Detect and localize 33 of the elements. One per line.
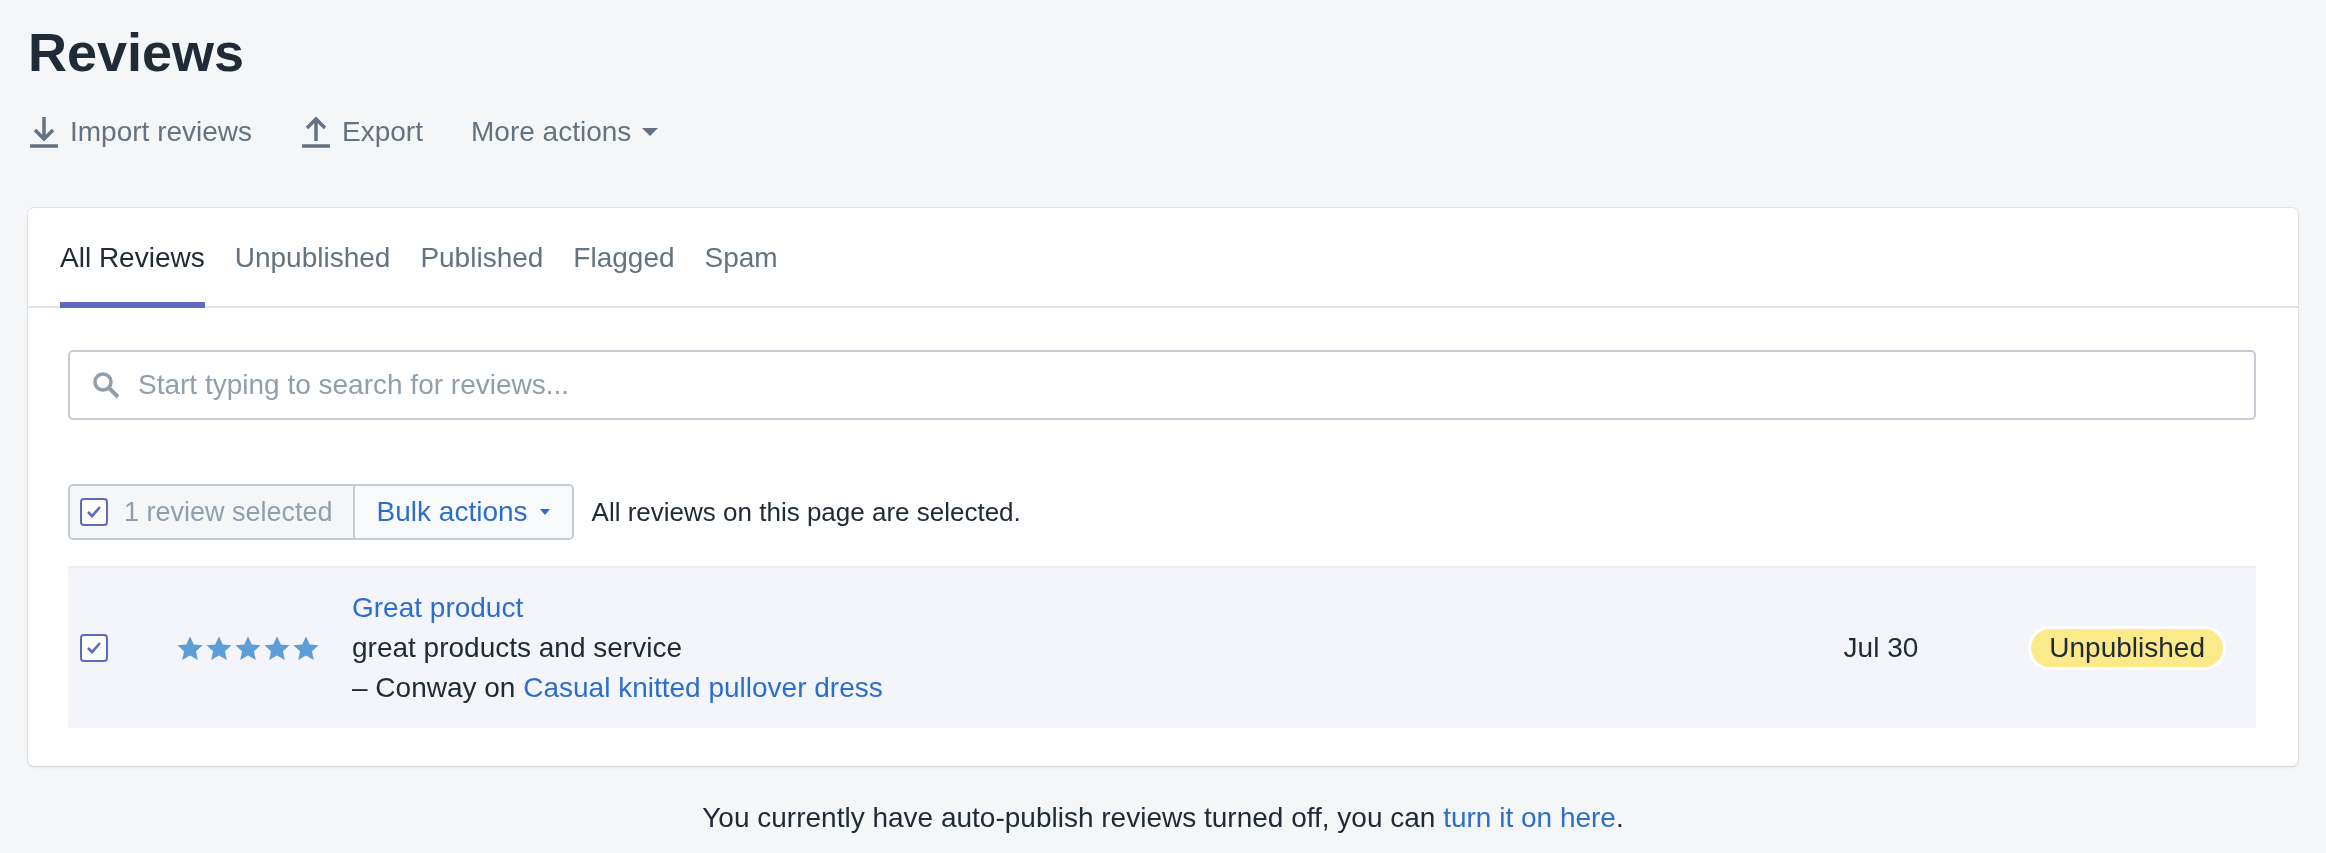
- review-body: great products and service: [352, 631, 683, 665]
- caret-icon: [539, 509, 550, 515]
- caret-icon: [641, 127, 660, 137]
- row-checkbox[interactable]: [80, 634, 108, 662]
- bulk-actions-button[interactable]: Bulk actions: [354, 486, 572, 538]
- upload-icon: [300, 115, 333, 149]
- status-badge: Unpublished: [2028, 626, 2226, 670]
- turn-on-link[interactable]: turn it on here: [1443, 802, 1616, 833]
- star-icon: [205, 634, 233, 662]
- more-actions-button[interactable]: More actions: [471, 116, 660, 148]
- tab[interactable]: All Reviews: [60, 208, 205, 308]
- auto-publish-note: You currently have auto-publish reviews turned off, you can turn it on here.: [701, 802, 1625, 834]
- selection-note: All reviews on this page are selected.: [591, 496, 1021, 528]
- export-button[interactable]: Export: [300, 115, 423, 149]
- star-icon: [234, 634, 262, 662]
- tab[interactable]: Spam: [704, 208, 778, 308]
- tab[interactable]: Published: [420, 208, 544, 308]
- product-link[interactable]: Casual knitted pullover dress: [523, 672, 883, 703]
- download-icon: [28, 115, 60, 149]
- page-title: Reviews: [28, 21, 246, 82]
- tab[interactable]: Flagged: [573, 208, 675, 308]
- star-icon: [176, 634, 204, 662]
- search-field[interactable]: Start typing to search for reviews...: [68, 350, 2256, 420]
- tab[interactable]: Unpublished: [234, 208, 391, 308]
- review-row[interactable]: Great product great products and service – Conway on Casual knitted pullover dress Jul 30 Unpublished: [68, 566, 2256, 728]
- star-icon: [263, 634, 291, 662]
- import-button[interactable]: Import reviews: [28, 115, 253, 149]
- select-all-checkbox[interactable]: [80, 498, 108, 526]
- selected-count: 1 review selected: [124, 496, 333, 528]
- review-title-link[interactable]: Great product: [352, 588, 1844, 628]
- review-date: Jul 30: [1843, 632, 1919, 664]
- review-byline: – Conway on Casual knitted pullover dress: [352, 671, 884, 705]
- star-icon: [292, 634, 320, 662]
